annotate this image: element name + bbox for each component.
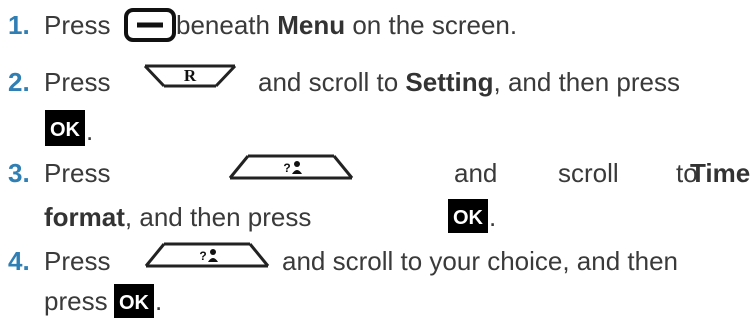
step-3-number: 3. bbox=[8, 158, 30, 188]
step-3-scroll: scroll bbox=[558, 158, 619, 188]
step-1-press: Press bbox=[44, 10, 111, 40]
step-2-trailing: . bbox=[86, 116, 94, 146]
step-4-number: 4. bbox=[8, 246, 30, 276]
softkey-minus-icon bbox=[124, 8, 176, 42]
svg-text:OK: OK bbox=[50, 119, 81, 141]
step-3-press: Press bbox=[44, 158, 111, 188]
up-nav-key-icon: ? bbox=[144, 242, 270, 268]
setting-label: Setting bbox=[405, 67, 494, 97]
step-4-press: Press bbox=[44, 246, 111, 276]
step-2-after-icon: and scroll to Setting, and then press bbox=[258, 67, 680, 97]
step-4-line2: press bbox=[44, 286, 108, 316]
right-softkey-label: R bbox=[184, 66, 197, 85]
time-label: Time bbox=[690, 158, 751, 188]
ok-key-icon: OK bbox=[45, 110, 85, 146]
svg-text:?: ? bbox=[283, 161, 290, 175]
right-softkey-r-icon: R bbox=[143, 64, 237, 88]
menu-label: Menu bbox=[277, 10, 346, 40]
step-4-trailing: . bbox=[155, 286, 163, 316]
svg-text:OK: OK bbox=[453, 207, 484, 229]
step-4-after-icon: and scroll to your choice, and then bbox=[282, 246, 679, 276]
step-1-after-icon: beneath Menu on the screen. bbox=[176, 10, 518, 40]
svg-text:?: ? bbox=[199, 249, 206, 263]
format-label: format bbox=[44, 202, 125, 232]
ok-key-icon: OK bbox=[448, 199, 488, 233]
step-3-and: and bbox=[454, 158, 498, 188]
step-3-trailing: . bbox=[489, 202, 497, 232]
step-1-number: 1. bbox=[8, 10, 30, 40]
step-2-number: 2. bbox=[8, 67, 30, 97]
svg-text:OK: OK bbox=[119, 292, 150, 314]
up-nav-key-icon: ? bbox=[228, 154, 354, 180]
ok-key-icon: OK bbox=[114, 284, 154, 318]
step-3-line2: format, and then press bbox=[44, 202, 312, 232]
step-2-press: Press bbox=[44, 67, 111, 97]
